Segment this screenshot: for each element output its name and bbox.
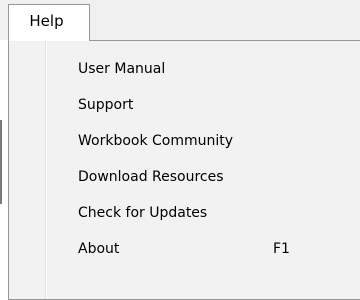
menu-item-label: Workbook Community [78, 133, 234, 149]
menu-item-support[interactable]: Support [9, 87, 360, 123]
menu-item-check-for-updates[interactable]: Check for Updates [9, 195, 360, 231]
menu-item-label: User Manual [78, 61, 166, 77]
window-edge [0, 120, 2, 204]
menu-bar: Help [0, 0, 360, 41]
menu-item-user-manual[interactable]: User Manual [9, 51, 360, 87]
menu-item-label: About [78, 241, 120, 257]
menu-item-label: Download Resources [78, 169, 224, 185]
menu-help-label: Help [29, 12, 64, 30]
menu-item-workbook-community[interactable]: Workbook Community [9, 123, 360, 159]
help-dropdown-menu: User Manual Support Workbook Community D… [8, 40, 360, 300]
menu-item-shortcut: F1 [273, 241, 290, 257]
menu-item-download-resources[interactable]: Download Resources [9, 159, 360, 195]
menu-list: User Manual Support Workbook Community D… [9, 51, 360, 267]
menu-item-about[interactable]: About F1 [9, 231, 360, 267]
menu-item-label: Check for Updates [78, 205, 208, 221]
menu-help[interactable]: Help [8, 4, 90, 41]
menu-item-label: Support [78, 97, 134, 113]
